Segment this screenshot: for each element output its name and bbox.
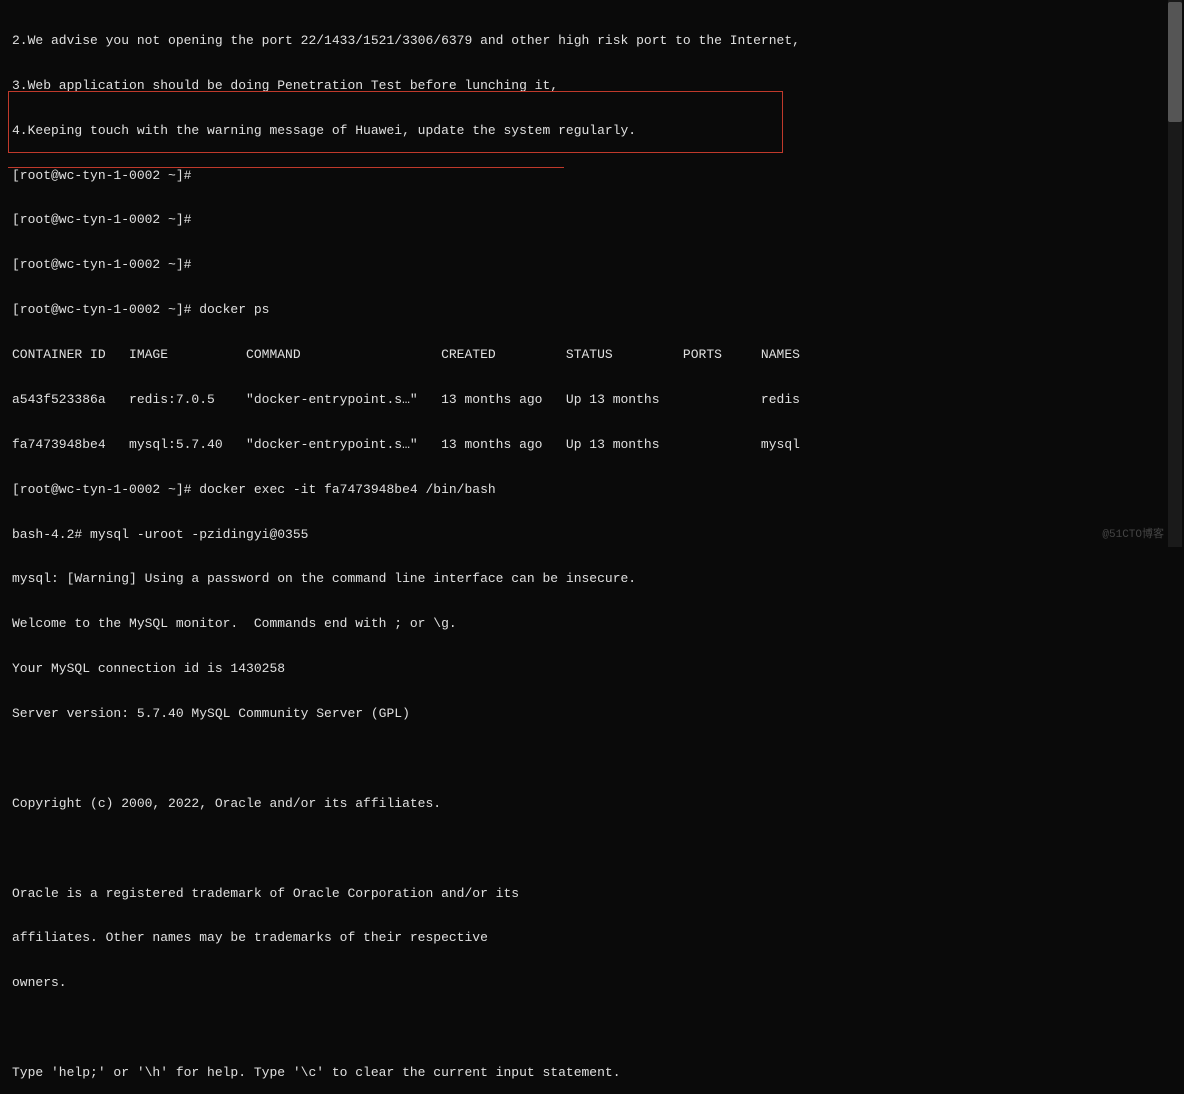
output-line [12,752,1172,767]
output-line: Type 'help;' or '\h' for help. Type '\c'… [12,1066,1172,1081]
prompt-line: [root@wc-tyn-1-0002 ~]# [12,169,1172,184]
command-line: bash-4.2# mysql -uroot -pzidingyi@0355 [12,528,1172,543]
scrollbar-thumb[interactable] [1168,2,1182,122]
output-line: affiliates. Other names may be trademark… [12,931,1172,946]
command-line: [root@wc-tyn-1-0002 ~]# docker exec -it … [12,483,1172,498]
terminal-output[interactable]: 2.We advise you not opening the port 22/… [12,4,1172,1094]
table-row: a543f523386a redis:7.0.5 "docker-entrypo… [12,393,1172,408]
output-line: Copyright (c) 2000, 2022, Oracle and/or … [12,797,1172,812]
table-row: fa7473948be4 mysql:5.7.40 "docker-entryp… [12,438,1172,453]
output-line: mysql: [Warning] Using a password on the… [12,572,1172,587]
output-line: 3.Web application should be doing Penetr… [12,79,1172,94]
output-line: owners. [12,976,1172,991]
table-header: CONTAINER ID IMAGE COMMAND CREATED STATU… [12,348,1172,363]
output-line [12,842,1172,857]
output-line: 2.We advise you not opening the port 22/… [12,34,1172,49]
output-line: Server version: 5.7.40 MySQL Community S… [12,707,1172,722]
output-line: Welcome to the MySQL monitor. Commands e… [12,617,1172,632]
prompt-line: [root@wc-tyn-1-0002 ~]# [12,258,1172,273]
output-line: Oracle is a registered trademark of Orac… [12,887,1172,902]
output-line [12,1021,1172,1036]
watermark: @51CTO博客 [1102,529,1164,542]
prompt-line: [root@wc-tyn-1-0002 ~]# [12,213,1172,228]
output-line: Your MySQL connection id is 1430258 [12,662,1172,677]
output-line: 4.Keeping touch with the warning message… [12,124,1172,139]
command-line: [root@wc-tyn-1-0002 ~]# docker ps [12,303,1172,318]
